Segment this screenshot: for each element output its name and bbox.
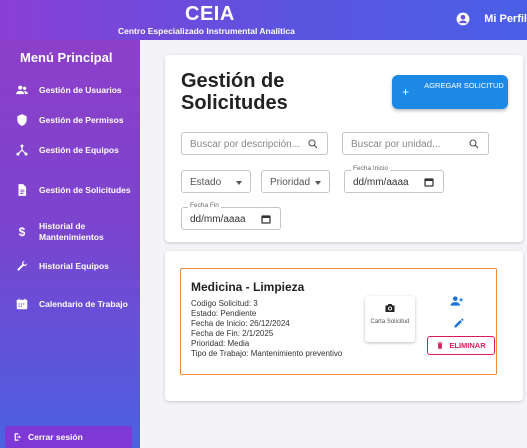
delete-label: ELIMINAR — [449, 341, 486, 350]
sidebar-item-historial-equipos[interactable]: Historial Equipos — [0, 259, 140, 273]
document-icon — [18, 184, 27, 196]
shield-icon — [17, 114, 27, 126]
sidebar-item-label: Gestión de Permisos — [39, 114, 124, 125]
request-letter-button[interactable]: Carta Solicitud — [365, 296, 415, 342]
request-priority: Prioridad: Media — [191, 339, 250, 348]
trash-icon — [437, 342, 444, 349]
search-unit-input[interactable]: Buscar por unidad... — [342, 132, 489, 155]
sidebar-item-calendario[interactable]: Calendario de Trabajo — [0, 293, 140, 315]
add-request-label: AGREGAR SOLICITUD — [424, 81, 504, 90]
search-icon — [308, 139, 318, 149]
calendar-icon — [261, 215, 271, 224]
calendar-icon — [16, 298, 28, 310]
request-end-date: Fecha de Fin: 2/1/2025 — [191, 329, 274, 338]
calendar-icon — [424, 178, 434, 187]
app-title: CEIA — [185, 3, 235, 25]
request-work-type: Tipo de Trabajo: Mantenimiento preventiv… — [191, 349, 343, 358]
app-subtitle: Centro Especializado Instrumental Analít… — [118, 26, 295, 36]
search-unit-placeholder: Buscar por unidad... — [351, 139, 441, 150]
network-icon — [16, 144, 28, 156]
fecha-inicio-input[interactable]: Fecha Inicio dd/mm/aaaa — [344, 165, 444, 193]
fecha-fin-value: dd/mm/aaaa — [190, 214, 246, 225]
sidebar-item-equipos[interactable]: Gestión de Equipos — [0, 143, 140, 157]
profile-button[interactable]: Mi Perfil — [456, 12, 527, 26]
request-item: Medicina - Limpieza Codigo Solicitud: 3 … — [180, 268, 497, 375]
wrench-icon — [17, 260, 28, 271]
camera-icon — [385, 304, 395, 312]
request-start-date: Fecha de Inicio: 26/12/2024 — [191, 319, 290, 328]
dollar-icon: $ — [18, 225, 26, 239]
sidebar-title: Menú Principal — [20, 50, 113, 65]
fecha-fin-input[interactable]: Fecha Fin dd/mm/aaaa — [181, 202, 281, 230]
search-description-input[interactable]: Buscar por descripción... — [181, 132, 328, 155]
users-icon — [16, 85, 28, 95]
sidebar-item-label: Calendario de Trabajo — [39, 298, 128, 309]
logout-label: Cerrar sesión — [28, 432, 83, 442]
sidebar-item-permisos[interactable]: Gestión de Permisos — [0, 113, 140, 127]
profile-label: Mi Perfil — [484, 13, 527, 25]
requests-card: Medicina - Limpieza Codigo Solicitud: 3 … — [165, 251, 523, 401]
request-status: Estado: Pendiente — [191, 309, 257, 318]
prioridad-select[interactable]: Prioridad — [261, 170, 330, 193]
request-code: Codigo Solicitud: 3 — [191, 299, 258, 308]
edit-icon[interactable] — [453, 317, 465, 329]
fecha-inicio-legend: Fecha Inicio — [351, 165, 391, 172]
estado-select[interactable]: Estado — [181, 170, 251, 193]
sidebar-item-label: Gestión de Usuarios — [39, 84, 122, 95]
chevron-down-icon — [236, 181, 242, 185]
logout-icon — [14, 433, 21, 441]
search-description-placeholder: Buscar por descripción... — [190, 139, 301, 150]
sidebar-item-label: Gestión de Equipos — [39, 144, 119, 155]
prioridad-label: Prioridad — [270, 177, 311, 188]
chevron-down-icon — [315, 181, 321, 185]
fecha-inicio-value: dd/mm/aaaa — [353, 177, 409, 188]
delete-button[interactable]: ELIMINAR — [427, 336, 495, 355]
plus-icon: + — [402, 85, 410, 99]
sidebar-item-usuarios[interactable]: Gestión de Usuarios — [0, 83, 140, 97]
sidebar: Menú Principal Gestión de Usuarios Gesti… — [0, 40, 140, 448]
sidebar-item-label: Historial Equipos — [39, 260, 109, 271]
account-circle-icon — [456, 12, 470, 26]
top-bar: CEIA Centro Especializado Instrumental A… — [0, 0, 527, 40]
request-title: Medicina - Limpieza — [191, 280, 305, 294]
request-letter-label: Carta Solicitud — [370, 319, 410, 325]
sidebar-item-label: Gestión de Solicitudes — [39, 184, 131, 195]
fecha-fin-legend: Fecha Fin — [188, 202, 221, 209]
sidebar-item-mantenimientos[interactable]: $ Historial de Mantenimientos — [0, 221, 140, 243]
logout-button[interactable]: Cerrar sesión — [5, 426, 132, 448]
search-icon — [469, 139, 479, 149]
sidebar-item-label: Historial de Mantenimientos — [39, 221, 104, 242]
filters-card: Gestión de Solicitudes + AGREGAR SOLICIT… — [165, 55, 523, 242]
add-request-button[interactable]: + AGREGAR SOLICITUD — [392, 75, 508, 109]
sidebar-item-solicitudes[interactable]: Gestión de Solicitudes — [0, 179, 140, 201]
page-title: Gestión de Solicitudes — [181, 70, 288, 114]
assign-user-icon[interactable] — [449, 294, 465, 308]
estado-label: Estado — [190, 177, 222, 188]
